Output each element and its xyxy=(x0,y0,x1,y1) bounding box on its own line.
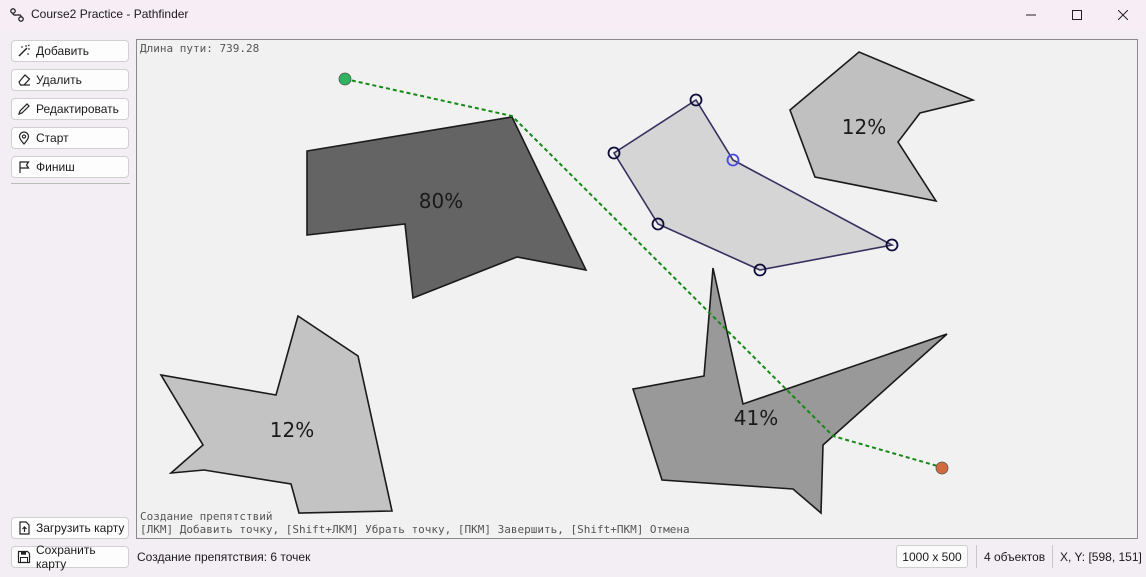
load-map-button[interactable]: Загрузить карту xyxy=(11,517,129,539)
minimize-button[interactable] xyxy=(1008,0,1054,30)
add-obstacle-button[interactable]: Добавить xyxy=(11,40,129,62)
obstacle-label: 41% xyxy=(734,406,778,430)
save-map-button[interactable]: Сохранить карту xyxy=(11,543,129,571)
add-label: Добавить xyxy=(36,44,90,58)
magic-wand-icon xyxy=(17,44,31,58)
set-finish-button[interactable]: Финиш xyxy=(11,156,129,178)
file-upload-icon xyxy=(17,521,31,535)
status-divider xyxy=(976,545,977,568)
edit-obstacle-button[interactable]: Редактировать xyxy=(11,98,129,120)
maximize-button[interactable] xyxy=(1054,0,1100,30)
close-icon xyxy=(1118,10,1128,20)
finish-point[interactable] xyxy=(935,461,949,475)
obstacle-polygon[interactable] xyxy=(159,314,393,514)
mode-title: Создание препятствий xyxy=(140,510,273,523)
minimize-icon xyxy=(1026,14,1036,16)
toolbar-divider xyxy=(11,183,130,184)
save-map-label: Сохранить карту xyxy=(36,543,96,571)
pencil-icon xyxy=(17,102,31,116)
controls-hint: [ЛКМ] Добавить точку, [Shift+ЛКМ] Убрать… xyxy=(140,523,690,536)
location-pin-icon xyxy=(17,131,31,145)
obstacle-polygon[interactable] xyxy=(631,267,948,515)
close-button[interactable] xyxy=(1100,0,1146,30)
obstacle-label: 12% xyxy=(842,115,886,139)
window-title: Course2 Practice - Pathfinder xyxy=(31,7,189,21)
app-route-icon xyxy=(9,7,25,23)
delete-label: Удалить xyxy=(36,73,82,87)
floppy-disk-icon xyxy=(17,550,31,564)
load-map-label: Загрузить карту xyxy=(36,521,125,535)
delete-obstacle-button[interactable]: Удалить xyxy=(11,69,129,91)
title-bar: Course2 Practice - Pathfinder xyxy=(0,0,1146,30)
maximize-icon xyxy=(1072,10,1082,20)
obstacle-label: 80% xyxy=(419,189,463,213)
obstacle-label: 12% xyxy=(270,418,314,442)
start-label: Старт xyxy=(36,131,69,145)
set-start-button[interactable]: Старт xyxy=(11,127,129,149)
map-size-badge: 1000 x 500 xyxy=(896,545,968,568)
map-drawing[interactable]: 80% 12% 12% 41% xyxy=(137,40,1138,539)
status-message: Создание препятствия: 6 точек xyxy=(137,550,311,564)
object-count: 4 объектов xyxy=(984,549,1046,564)
eraser-icon xyxy=(17,73,31,87)
edit-label: Редактировать xyxy=(36,102,119,116)
finish-label: Финиш xyxy=(36,160,75,174)
flag-icon xyxy=(17,160,31,174)
path-length-readout: Длина пути: 739.28 xyxy=(140,42,260,55)
status-divider xyxy=(1052,545,1053,568)
cursor-coordinates: X, Y: [598, 151] xyxy=(1060,549,1142,564)
start-point[interactable] xyxy=(338,72,352,86)
map-canvas[interactable]: 80% 12% 12% 41% Длина пути: 739.28 Созда… xyxy=(136,39,1138,539)
